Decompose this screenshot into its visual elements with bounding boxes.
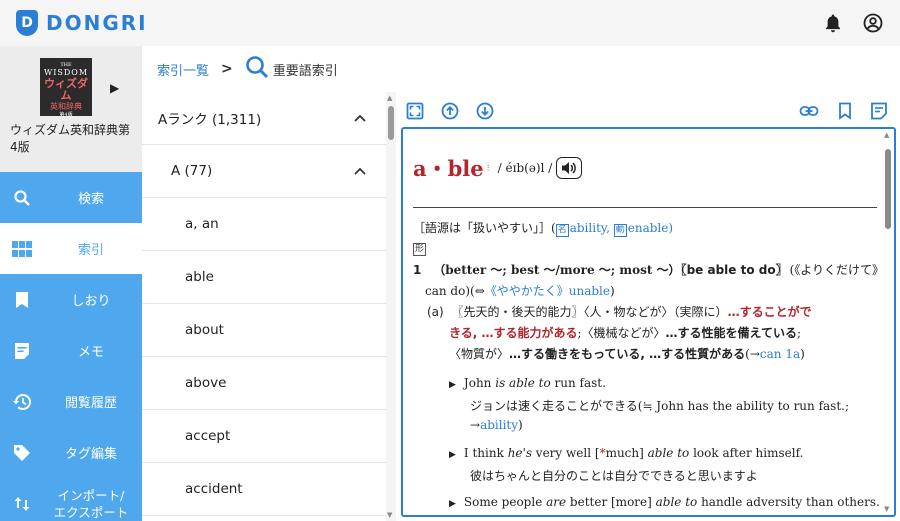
page-title: 重要語索引 [272, 63, 338, 79]
speaker-icon [562, 162, 577, 174]
scroll-up-arrow-icon[interactable]: ▲ [884, 131, 889, 139]
dictionary-entry-content: a・ble ⋮ / éɪb(ə)l / ［語源は「扱いやすい」］(名 abilit… [413, 129, 883, 515]
scroll-down-arrow-icon[interactable]: ▼ [387, 511, 392, 519]
example-bullet-icon: ▶ [449, 450, 456, 460]
link-icon[interactable] [798, 100, 820, 122]
account-circle-icon[interactable] [862, 12, 884, 34]
sense-1-line: 1 （better ～; best ～/more ～; most ～）〖be a… [413, 263, 883, 277]
list-group-label: A (77) [171, 163, 213, 179]
sidebar-item-label: 索引 [77, 243, 104, 258]
list-item[interactable]: above [142, 357, 386, 410]
entry-pronunciation: / éɪb(ə)l / [497, 161, 553, 175]
sidebar-item-import-export[interactable]: インポート/ エクスポート [0, 478, 142, 521]
list-scrollbar[interactable]: ▲ ▼ [386, 92, 396, 521]
part-of-speech-line: 形 [413, 240, 427, 256]
book-title: ウィズダム英和辞典第4版 [10, 123, 131, 154]
sidebar-item-history[interactable]: 閲覧履歴 [0, 376, 142, 427]
bookmark-icon [11, 289, 33, 311]
chevron-up-icon [354, 110, 366, 126]
example-3-english: ▶ Some people are better [more] able to h… [449, 495, 880, 509]
enable-link[interactable]: enable) [628, 221, 673, 235]
sidebar-item-label: しおり [71, 294, 111, 309]
sidebar-item-tags[interactable]: タグ編集 [0, 427, 142, 478]
list-subgroup-header[interactable]: A (77) [142, 145, 386, 198]
book-selector[interactable]: THE WISDOM ウィズダム 英和辞典 第4版 ▶ ウィズダム英和辞典第4版 [0, 46, 142, 172]
list-item[interactable]: a, an [142, 198, 386, 251]
dongri-logo-icon: D [16, 10, 38, 36]
scroll-up-arrow-icon[interactable]: ▲ [387, 94, 392, 102]
dictionary-entry-panel: a・ble ⋮ / éɪb(ə)l / ［語源は「扱いやすい」］(名 abilit… [401, 127, 896, 517]
entry-headword: a・ble [413, 156, 484, 181]
ability-link[interactable]: ability [480, 418, 518, 432]
index-list: Aランク (1,311) A (77) a, an able about abo… [142, 92, 386, 521]
etymology-line: ［語源は「扱いやすい」］(名 ability, 動 enable) [413, 221, 674, 237]
previous-entry-icon[interactable] [439, 100, 461, 122]
list-item[interactable]: about [142, 304, 386, 357]
tag-icon [11, 442, 33, 464]
sidebar-item-label: メモ [77, 345, 104, 360]
example-1-japanese: ジョンは速く走ることができる(≒ John has the ability to… [470, 399, 850, 413]
sidebar-item-label: インポート/ エクスポート [53, 487, 129, 520]
list-group-header[interactable]: Aランク (1,311) [142, 92, 386, 145]
sidebar-item-search[interactable]: 検索 [0, 172, 142, 223]
list-group-label: Aランク (1,311) [158, 112, 262, 128]
sidebar: THE WISDOM ウィズダム 英和辞典 第4版 ▶ ウィズダム英和辞典第4版… [0, 46, 142, 521]
history-icon [11, 391, 33, 413]
example-bullet-icon: ▶ [449, 380, 456, 390]
memo-icon [11, 340, 33, 362]
import-export-icon [11, 493, 33, 515]
example-2-japanese: 彼はちゃんと自分のことは自分でできると思いますよ [470, 469, 758, 483]
sidebar-item-label: タグ編集 [64, 447, 117, 462]
bookmark-outline-icon[interactable] [834, 100, 856, 122]
bell-icon[interactable] [822, 12, 844, 34]
chevron-right-icon: > [221, 61, 233, 77]
example-2-english: ▶ I think he's very well [*much] able to … [449, 446, 804, 460]
adjective-tag: 形 [413, 243, 427, 256]
scroll-down-arrow-icon[interactable]: ▼ [884, 505, 889, 513]
sidebar-item-label: 閲覧履歴 [64, 396, 117, 411]
sidebar-item-bookmarks[interactable]: しおり [0, 274, 142, 325]
search-icon [245, 55, 269, 83]
app-header: D DONGRI [0, 0, 900, 46]
list-item[interactable]: accept [142, 410, 386, 463]
entry-toolbar [398, 98, 900, 124]
chevron-up-icon [354, 163, 366, 179]
sidebar-item-index[interactable]: 索引 [0, 223, 142, 274]
book-cover-image: THE WISDOM ウィズダム 英和辞典 第4版 [40, 58, 92, 118]
verb-tag: 動 [613, 224, 627, 237]
sense-1a-line-2: きる, …する能力がある;〈機械などが〉…する性能を備えている; [449, 326, 801, 340]
entry-headword-line: a・ble ⋮ / éɪb(ə)l / [413, 153, 583, 183]
fullscreen-icon[interactable] [404, 100, 426, 122]
list-item[interactable]: accident [142, 463, 386, 516]
divider [413, 207, 877, 208]
dongri-logo[interactable]: D DONGRI [16, 10, 148, 36]
entry-scrollbar[interactable]: ▲ ▼ [883, 131, 893, 513]
brand-name: DONGRI [46, 11, 148, 35]
example-1-reference: →ability) [470, 418, 523, 432]
sense-1-note-line: ) can do)(⇔《ややかたく》unable) [425, 284, 615, 298]
breadcrumb-index-list-link[interactable]: 索引一覧 [157, 60, 209, 79]
breadcrumb: 索引一覧 > 重要語索引 [142, 46, 900, 92]
play-audio-button[interactable] [556, 157, 583, 179]
example-bullet-icon: ▶ [449, 499, 456, 509]
list-item[interactable]: able [142, 251, 386, 304]
unable-link[interactable]: 《ややかたく》unable [485, 284, 610, 298]
example-1-english: ▶ John is able to run fast. [449, 376, 606, 390]
can-1a-link[interactable]: can 1a [760, 347, 800, 361]
play-arrow-icon[interactable]: ▶ [110, 81, 119, 95]
scrollbar-thumb[interactable] [885, 149, 891, 229]
scrollbar-thumb[interactable] [388, 106, 394, 140]
ability-link[interactable]: ability, [570, 221, 610, 235]
next-entry-icon[interactable] [474, 100, 496, 122]
sidebar-item-label: 検索 [77, 192, 104, 207]
sense-1a-line-3: 〈物質が〉…する働きをもっている, …する性質がある(→can 1a) [449, 347, 805, 361]
sidebar-item-memo[interactable]: メモ [0, 325, 142, 376]
search-icon [11, 187, 33, 209]
sense-1a-line-1: (a) 〖先天的・後天的能力〗〈人・物などが〉（実際に）…することがで [427, 305, 812, 319]
noun-tag: 名 [555, 224, 569, 237]
memo-outline-icon[interactable] [868, 100, 890, 122]
stress-mark: ⋮ [484, 163, 492, 172]
grid-icon [11, 238, 33, 260]
